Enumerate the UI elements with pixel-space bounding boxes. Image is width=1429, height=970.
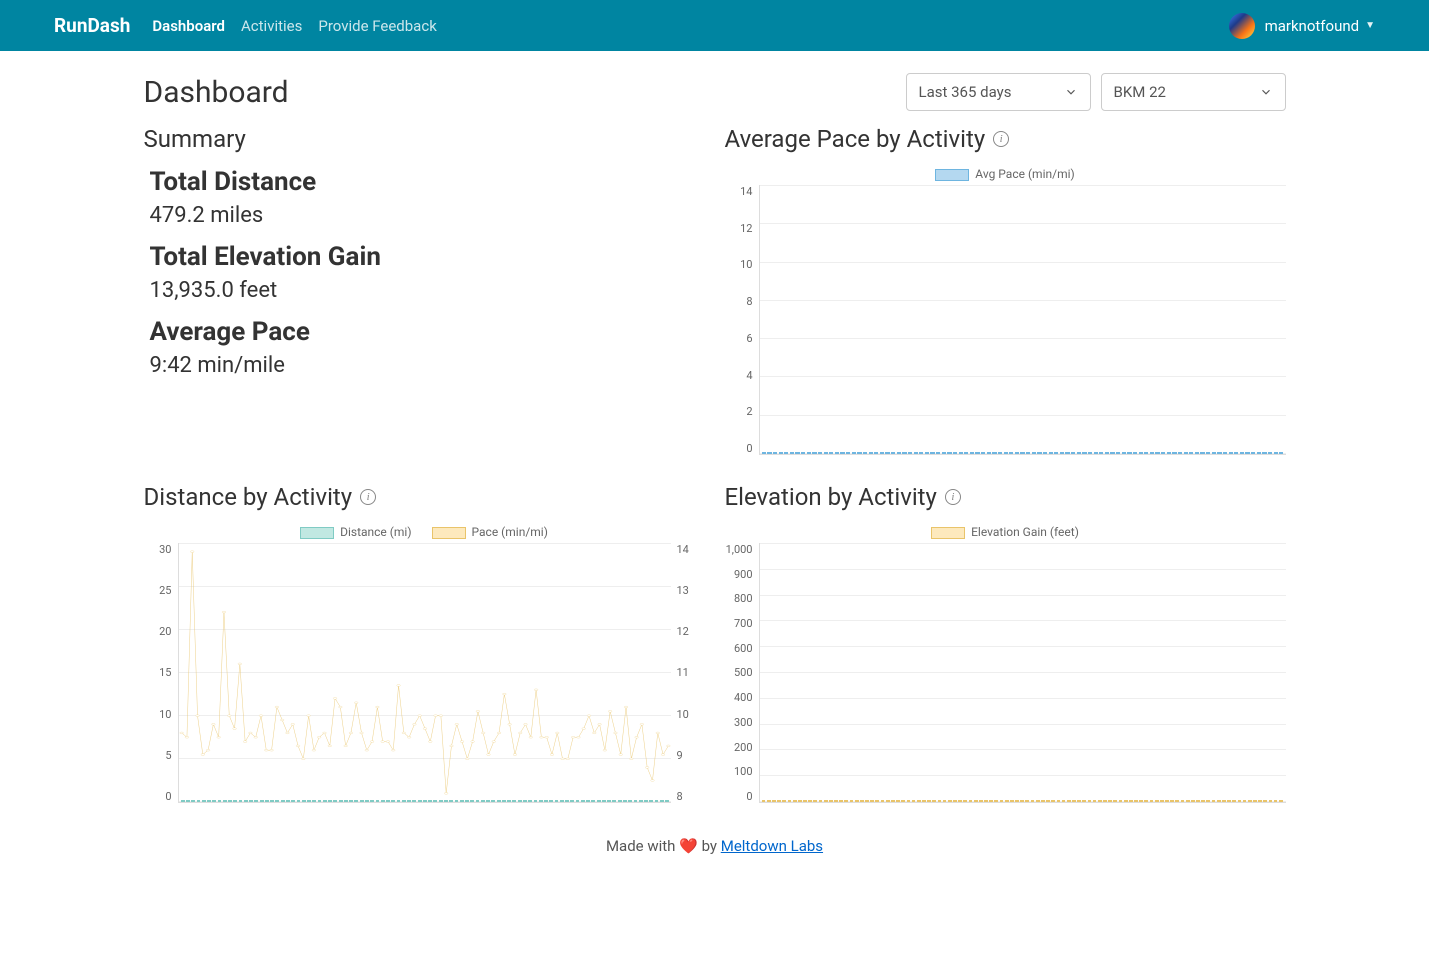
nav-activities[interactable]: Activities — [241, 17, 302, 35]
elevation-yaxis: 1,0009008007006005004003002001000 — [725, 543, 759, 803]
avg-pace-value: 9:42 min/mile — [150, 353, 705, 378]
shoe-value: BKM 22 — [1114, 83, 1166, 101]
info-icon[interactable]: i — [993, 131, 1009, 147]
footer: Made with ❤️ by Meltdown Labs — [144, 837, 1286, 855]
elevation-plot-area — [759, 543, 1286, 803]
avg-pace-label: Average Pace — [150, 317, 705, 347]
distance-legend-2: Pace (min/mi) — [472, 525, 548, 539]
nav-dashboard[interactable]: Dashboard — [152, 17, 225, 35]
distance-plot-area — [178, 543, 671, 803]
footer-link[interactable]: Meltdown Labs — [721, 837, 823, 855]
user-menu[interactable]: marknotfound ▼ — [1229, 13, 1375, 39]
shoe-select[interactable]: BKM 22 — [1101, 73, 1286, 111]
summary-panel: Summary Total Distance 479.2 miles Total… — [144, 125, 705, 455]
info-icon[interactable]: i — [360, 489, 376, 505]
footer-mid: by — [698, 837, 721, 855]
distance-yaxis-right: 141312111098 — [671, 543, 705, 803]
elevation-chart-title: Elevation by Activity — [725, 483, 937, 511]
date-range-value: Last 365 days — [919, 83, 1012, 101]
brand-logo[interactable]: RunDash — [54, 14, 130, 37]
distance-chart: Distance by Activity i Distance (mi) Pac… — [144, 483, 705, 803]
footer-prefix: Made with — [606, 837, 679, 855]
navbar: RunDash Dashboard Activities Provide Fee… — [0, 0, 1429, 51]
heart-icon: ❤️ — [679, 837, 698, 855]
total-elevation-value: 13,935.0 feet — [150, 278, 705, 303]
distance-legend-1: Distance (mi) — [340, 525, 411, 539]
distance-chart-title: Distance by Activity — [144, 483, 353, 511]
pace-legend: Avg Pace (min/mi) — [975, 167, 1074, 181]
chevron-down-icon — [1064, 85, 1078, 99]
total-distance-value: 479.2 miles — [150, 203, 705, 228]
summary-title: Summary — [144, 125, 705, 153]
elevation-legend: Elevation Gain (feet) — [971, 525, 1079, 539]
username: marknotfound — [1265, 17, 1360, 35]
page-title: Dashboard — [144, 75, 896, 110]
pace-chart: Average Pace by Activity i Avg Pace (min… — [725, 125, 1286, 455]
pace-yaxis: 14121086420 — [725, 185, 759, 455]
chevron-down-icon — [1259, 85, 1273, 99]
nav-feedback[interactable]: Provide Feedback — [318, 17, 436, 35]
chevron-down-icon: ▼ — [1365, 20, 1375, 31]
elevation-chart: Elevation by Activity i Elevation Gain (… — [725, 483, 1286, 803]
total-elevation-label: Total Elevation Gain — [150, 242, 705, 272]
info-icon[interactable]: i — [945, 489, 961, 505]
pace-plot-area — [759, 185, 1286, 455]
avatar — [1229, 13, 1255, 39]
distance-yaxis-left: 302520151050 — [144, 543, 178, 803]
date-range-select[interactable]: Last 365 days — [906, 73, 1091, 111]
total-distance-label: Total Distance — [150, 167, 705, 197]
pace-chart-title: Average Pace by Activity — [725, 125, 986, 153]
